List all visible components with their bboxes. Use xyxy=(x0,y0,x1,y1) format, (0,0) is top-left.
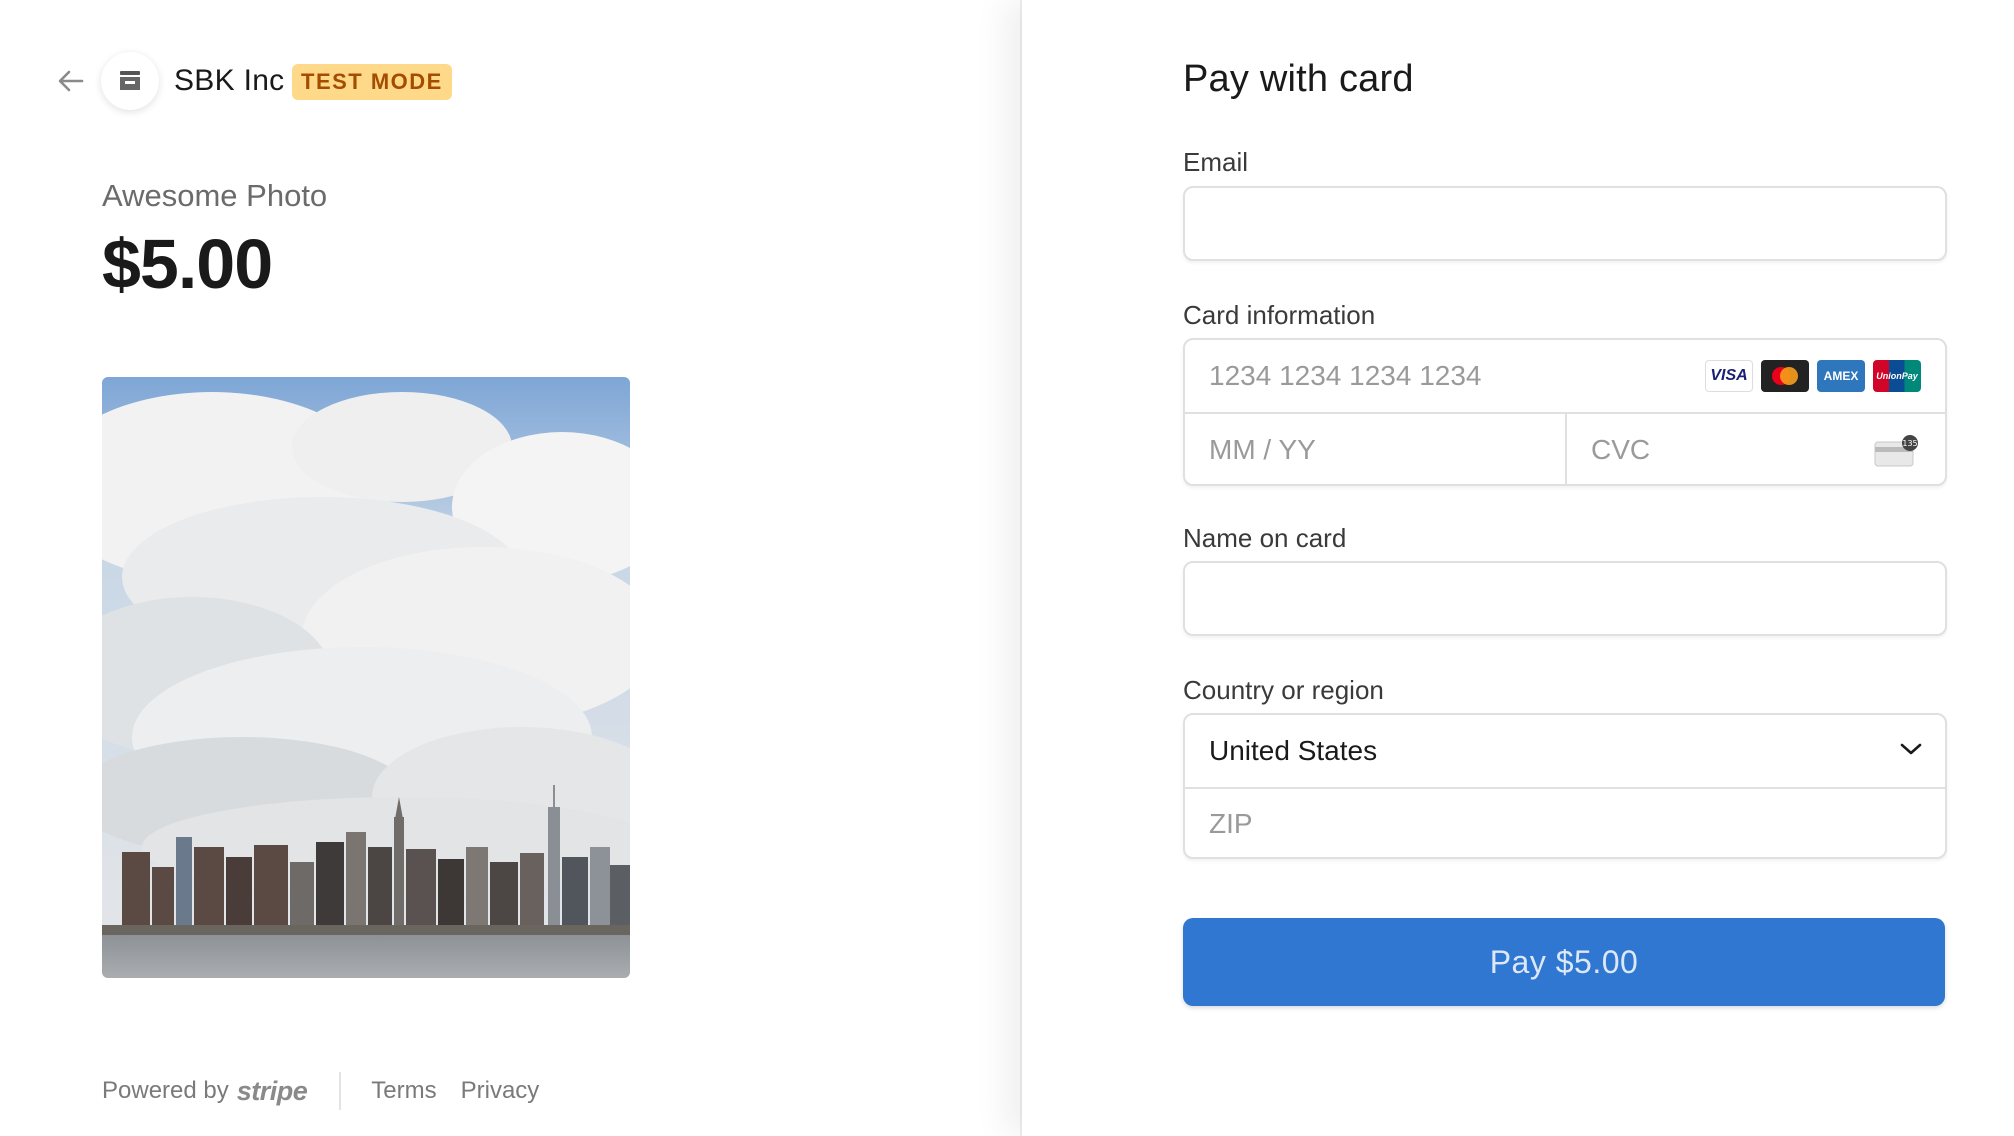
footer-divider xyxy=(339,1072,342,1110)
stripe-logo[interactable]: stripe xyxy=(237,1076,308,1107)
product-image xyxy=(102,377,630,978)
card-info-label: Card information xyxy=(1183,300,1376,330)
pay-button[interactable]: Pay $5.00 xyxy=(1183,918,1945,1006)
country-zip-group: United States ZIP xyxy=(1183,713,1947,859)
country-label: Country or region xyxy=(1183,675,1384,705)
visa-icon: VISA xyxy=(1705,360,1753,392)
chevron-down-icon xyxy=(1899,741,1923,762)
card-info-group: 1234 1234 1234 1234 VISA AMEX UnionPay M… xyxy=(1183,338,1947,486)
card-expiry-cvc-row: MM / YY CVC 135 xyxy=(1185,412,1945,486)
form-title: Pay with card xyxy=(1183,58,1414,100)
name-on-card-label: Name on card xyxy=(1183,523,1347,553)
country-select[interactable]: United States xyxy=(1185,715,1945,787)
privacy-link[interactable]: Privacy xyxy=(461,1077,540,1105)
expiry-placeholder: MM / YY xyxy=(1209,434,1316,465)
product-price: $5.00 xyxy=(102,225,273,303)
zip-placeholder: ZIP xyxy=(1209,808,1253,839)
card-number-placeholder: 1234 1234 1234 1234 xyxy=(1209,360,1482,391)
product-name: Awesome Photo xyxy=(102,178,328,213)
email-field[interactable] xyxy=(1183,186,1947,261)
expiry-field[interactable]: MM / YY xyxy=(1185,414,1565,486)
terms-link[interactable]: Terms xyxy=(371,1077,436,1105)
zip-field[interactable]: ZIP xyxy=(1185,787,1945,859)
cvc-placeholder: CVC xyxy=(1591,434,1651,465)
unionpay-icon: UnionPay xyxy=(1873,360,1921,392)
cvc-hint-text: 135 xyxy=(1902,439,1917,448)
order-summary-panel: SBK Inc TEST MODE Awesome Photo $5.00 Po… xyxy=(0,0,1022,1136)
mastercard-icon xyxy=(1761,360,1809,392)
email-label: Email xyxy=(1183,147,1249,177)
arrow-left-icon[interactable] xyxy=(56,66,86,96)
store-icon xyxy=(101,52,159,110)
card-brands: VISA AMEX UnionPay xyxy=(1697,360,1921,392)
country-selected-value: United States xyxy=(1209,735,1378,766)
card-number-field[interactable]: 1234 1234 1234 1234 VISA AMEX UnionPay xyxy=(1185,340,1945,412)
powered-by-text: Powered by xyxy=(102,1077,229,1104)
test-mode-badge: TEST MODE xyxy=(292,64,452,100)
card-cvc-icon: 135 xyxy=(1873,434,1921,473)
name-on-card-field[interactable] xyxy=(1183,561,1947,636)
cvc-field[interactable]: CVC 135 xyxy=(1567,414,1945,486)
footer: Powered by stripe Terms Privacy xyxy=(102,1072,563,1110)
amex-icon: AMEX xyxy=(1817,360,1865,392)
merchant-name: SBK Inc xyxy=(174,64,285,97)
